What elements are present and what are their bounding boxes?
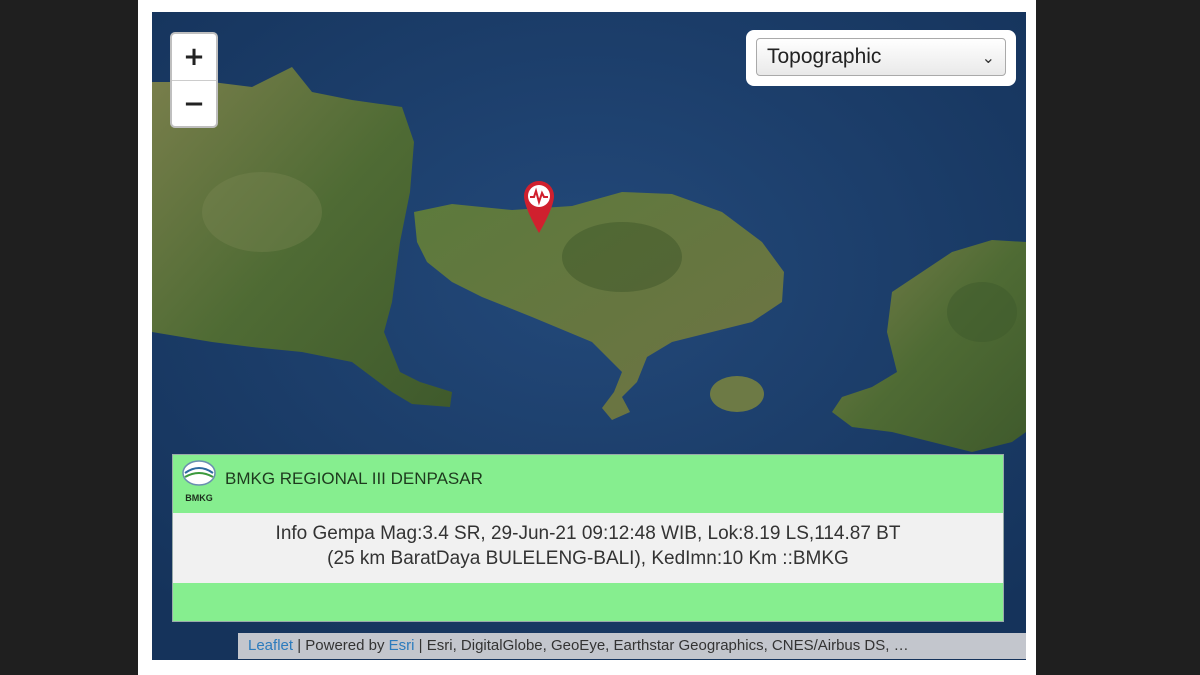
- info-panel-header: BMKG BMKG REGIONAL III DENPASAR: [173, 455, 1003, 509]
- earthquake-info-panel: BMKG BMKG REGIONAL III DENPASAR Info Gem…: [172, 454, 1004, 622]
- zoom-out-button[interactable]: −: [172, 80, 216, 127]
- zoom-control: + −: [170, 32, 218, 128]
- leaflet-link[interactable]: Leaflet: [248, 637, 293, 654]
- attribution-powered-by: | Powered by: [293, 637, 389, 654]
- info-panel-title: BMKG REGIONAL III DENPASAR: [225, 469, 483, 488]
- nusa-penida-island: [710, 376, 764, 412]
- earthquake-info-line1: Info Gempa Mag:3.4 SR, 29-Jun-21 09:12:4…: [275, 523, 901, 544]
- info-panel-body: Info Gempa Mag:3.4 SR, 29-Jun-21 09:12:4…: [173, 513, 1003, 583]
- zoom-in-button[interactable]: +: [172, 34, 216, 80]
- basemap-select-value: Topographic: [767, 45, 882, 68]
- basemap-layer-control: Topographic ⌄: [746, 30, 1016, 86]
- chevron-down-icon: ⌄: [981, 47, 995, 67]
- attribution-credits: | Esri, DigitalGlobe, GeoEye, Earthstar …: [414, 637, 909, 654]
- bmkg-logo-text: BMKG: [185, 493, 213, 503]
- map-view[interactable]: + − Topographic ⌄ BMKG BMKG REGIONAL III…: [152, 12, 1026, 660]
- esri-link[interactable]: Esri: [389, 637, 415, 654]
- map-attribution: Leaflet | Powered by Esri | Esri, Digita…: [238, 633, 1026, 659]
- bmkg-logo-icon: BMKG: [182, 460, 216, 503]
- basemap-select[interactable]: Topographic ⌄: [756, 38, 1006, 76]
- earthquake-marker-icon[interactable]: [521, 178, 557, 234]
- earthquake-info-line2: (25 km BaratDaya BULELENG-BALI), KedImn:…: [327, 548, 849, 569]
